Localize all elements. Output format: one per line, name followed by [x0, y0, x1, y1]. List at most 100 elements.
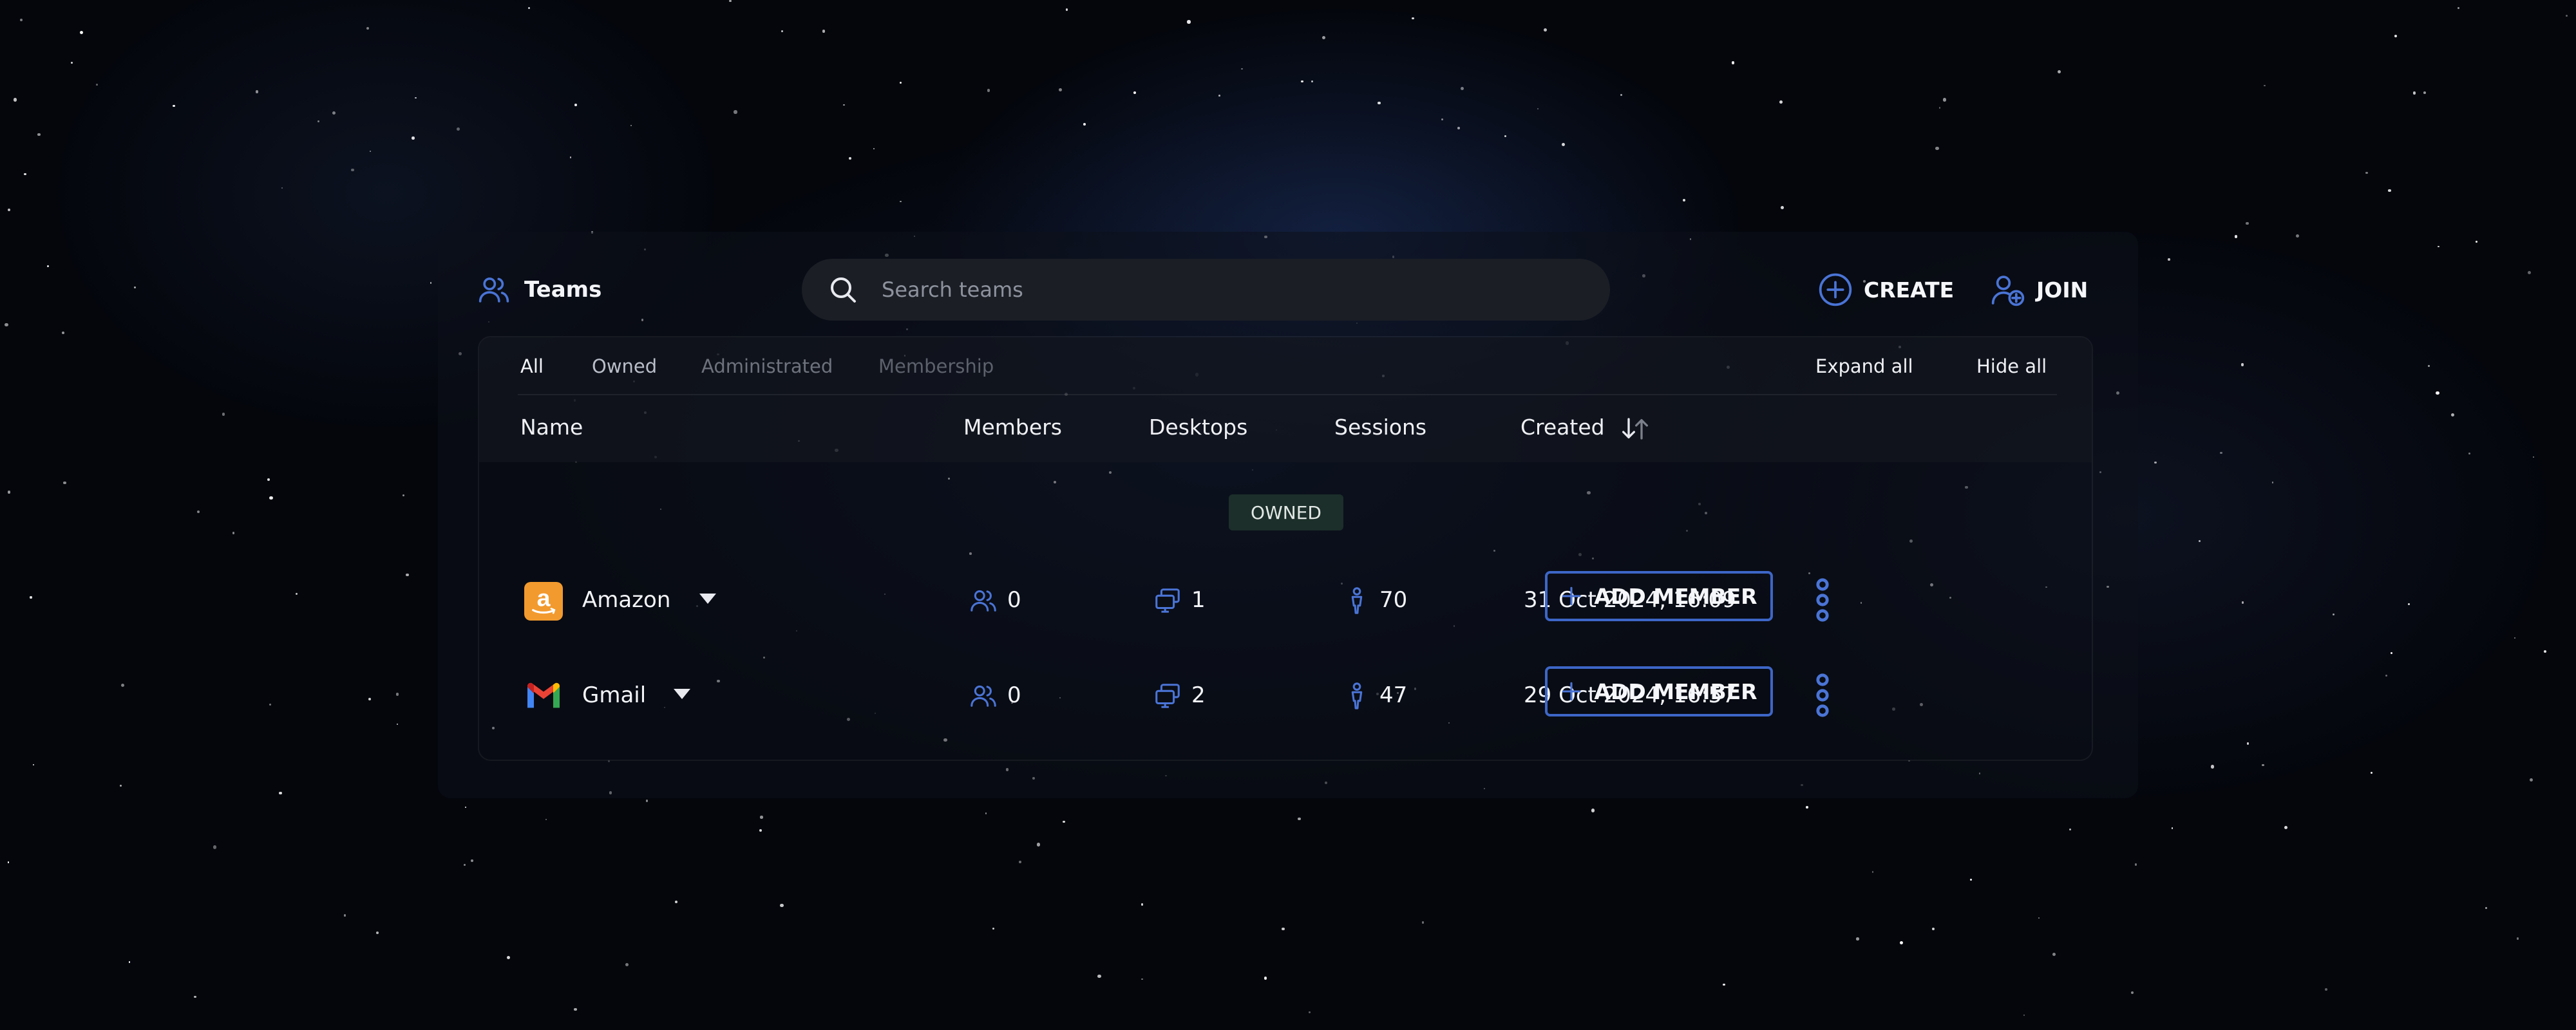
star-dot — [1240, 68, 1243, 70]
star-dot — [2413, 91, 2416, 95]
star-dot — [1441, 118, 1444, 121]
star-dot — [279, 791, 282, 795]
star-dot — [1537, 108, 1539, 110]
star-dot — [2038, 917, 2040, 919]
star-dot — [1037, 843, 1041, 847]
star-dot — [1781, 206, 1784, 209]
star-dot — [2408, 603, 2410, 606]
add-member-button[interactable]: ADD MEMBER — [1545, 571, 1773, 621]
star-dot — [7, 861, 10, 863]
star-dot — [2023, 1015, 2025, 1016]
hide-all-button[interactable]: Hide all — [1976, 355, 2047, 377]
star-dot — [2295, 234, 2300, 238]
tab-all[interactable]: All — [520, 355, 544, 377]
star-dot — [2058, 70, 2061, 73]
search-input[interactable] — [880, 277, 1527, 303]
group-badge-owned: OWNED — [1229, 494, 1343, 530]
star-dot — [1065, 8, 1068, 12]
star-dot — [843, 104, 845, 106]
star-dot — [1309, 1011, 1311, 1013]
star-dot — [2069, 829, 2072, 831]
star-dot — [2385, 674, 2388, 677]
star-dot — [849, 157, 852, 160]
star-dot — [574, 1007, 577, 1011]
star-dot — [269, 496, 273, 500]
users-icon — [478, 277, 509, 303]
star-dot — [1059, 88, 1063, 91]
search-icon — [831, 277, 856, 303]
star-dot — [1457, 126, 1460, 129]
star-dot — [80, 31, 84, 35]
star-dot — [7, 208, 10, 212]
star-dot — [62, 331, 65, 334]
star-dot — [317, 120, 320, 123]
star-dot — [985, 812, 987, 814]
tab-administrated[interactable]: Administrated — [701, 355, 833, 377]
star-dot — [1141, 978, 1143, 980]
members-count: 0 — [1007, 587, 1021, 613]
star-dot — [1931, 928, 1935, 931]
expand-row-caret[interactable] — [674, 689, 690, 699]
star-dot — [1943, 98, 1947, 102]
star-dot — [781, 30, 783, 32]
desktops-icon — [1155, 588, 1180, 613]
star-dot — [376, 931, 379, 934]
star-dot — [24, 173, 26, 176]
add-member-label: ADD MEMBER — [1594, 583, 1757, 609]
more-options-icon[interactable] — [1810, 672, 1835, 718]
star-dot — [1900, 941, 1904, 945]
star-dot — [574, 103, 577, 106]
star-dot — [569, 156, 572, 158]
star-dot — [395, 693, 399, 696]
team-name[interactable]: Gmail — [582, 682, 646, 708]
star-dot — [430, 282, 432, 284]
more-options-icon[interactable] — [1810, 577, 1835, 623]
add-member-button[interactable]: ADD MEMBER — [1545, 666, 1773, 716]
star-dot — [2246, 221, 2249, 225]
star-dot — [2566, 14, 2568, 17]
star-dot — [992, 927, 995, 930]
star-dot — [2485, 906, 2488, 910]
star-dot — [2220, 451, 2222, 454]
star-dot — [1412, 17, 1414, 20]
star-dot — [2325, 988, 2328, 991]
star-dot — [173, 104, 175, 108]
sessions-count: 70 — [1379, 587, 1408, 613]
tab-membership[interactable]: Membership — [878, 355, 994, 377]
tab-owned[interactable]: Owned — [592, 355, 657, 377]
star-dot — [2438, 245, 2440, 248]
column-header-name: Name — [520, 415, 583, 440]
star-dot — [2543, 650, 2546, 653]
join-team-button[interactable]: JOIN — [1990, 270, 2088, 309]
star-dot — [1620, 93, 1622, 96]
teams-panel: Teams CREATE JOIN — [438, 232, 2138, 798]
page-title-text: Teams — [524, 277, 602, 303]
gmail-logo-icon — [527, 682, 560, 708]
search-bar[interactable] — [802, 259, 1610, 321]
column-header-sessions: Sessions — [1334, 415, 1427, 440]
star-dot — [2394, 34, 2398, 38]
star-dot — [760, 816, 763, 819]
expand-row-caret[interactable] — [699, 594, 716, 604]
star-dot — [332, 111, 336, 115]
star-dot — [1723, 983, 1725, 986]
star-dot — [267, 478, 270, 481]
star-dot — [2370, 771, 2372, 774]
star-dot — [470, 859, 473, 863]
star-dot — [222, 413, 225, 416]
star-dot — [2458, 7, 2460, 10]
column-header-desktops: Desktops — [1149, 415, 1248, 440]
star-dot — [213, 845, 217, 849]
star-dot — [2234, 235, 2237, 238]
team-name[interactable]: Amazon — [582, 587, 670, 613]
column-header-created[interactable]: Created — [1520, 415, 1605, 440]
star-dot — [1097, 974, 1101, 979]
star-dot — [1218, 95, 1220, 97]
star-dot — [2516, 937, 2519, 940]
create-team-button[interactable]: CREATE — [1817, 270, 1954, 309]
join-label: JOIN — [2036, 277, 2088, 303]
star-dot — [674, 901, 677, 904]
expand-all-button[interactable]: Expand all — [1815, 355, 1913, 377]
star-dot — [369, 150, 372, 153]
sort-arrows-icon[interactable] — [1619, 416, 1651, 442]
